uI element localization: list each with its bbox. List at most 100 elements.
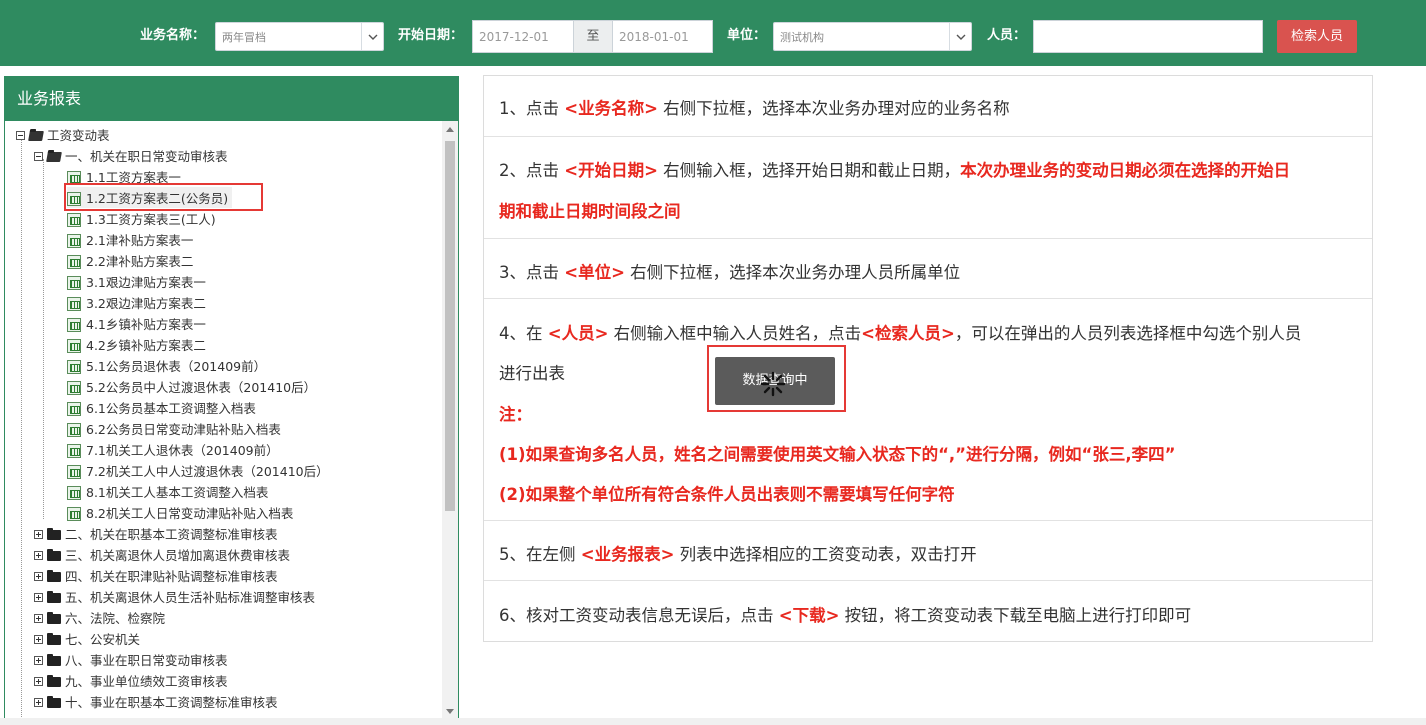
expand-icon[interactable] (34, 635, 43, 644)
instruction-step-1: 1、点击 <业务名称> 右侧下拉框，选择本次业务办理对应的业务名称 (484, 76, 1372, 137)
collapse-icon[interactable] (34, 152, 43, 161)
business-name-label: 业务名称： (140, 28, 206, 43)
folder-icon (47, 590, 61, 603)
step-text: 4、在 (499, 324, 548, 343)
expand-icon[interactable] (34, 698, 43, 707)
tree-scrollbar[interactable] (442, 121, 458, 720)
folder-open-icon (46, 151, 62, 162)
tree-group-node[interactable]: 九、事业单位绩效工资审核表 (34, 670, 228, 691)
expand-icon[interactable] (34, 551, 43, 560)
expand-icon[interactable] (34, 572, 43, 581)
tree-group-node[interactable]: 八、事业在职日常变动审核表 (34, 649, 228, 670)
tree-group-node[interactable]: 六、法院、检察院 (34, 607, 165, 628)
unit-select[interactable]: 测试机构 (773, 22, 972, 51)
tree-leaf-node[interactable]: 2.2津补贴方案表二 (67, 250, 193, 271)
tree-node-label: 7.1机关工人退休表（201409前） (86, 443, 279, 458)
tree-node-label: 7.2机关工人中人过渡退休表（201410后） (86, 464, 329, 479)
tree-leaf-node[interactable]: 2.1津补贴方案表一 (67, 229, 193, 250)
chevron-down-icon (949, 23, 971, 50)
tree-group-node[interactable]: 四、机关在职津贴补贴调整标准审核表 (34, 565, 278, 586)
instruction-step-6: 6、核对工资变动表信息无误后，点击 <下载> 按钮，将工资变动表下载至电脑上进行… (484, 581, 1372, 641)
expand-icon[interactable] (34, 656, 43, 665)
step-keyword: <检索人员> (861, 324, 955, 343)
folder-icon (47, 548, 61, 561)
excel-file-icon (67, 464, 81, 479)
expand-icon[interactable] (34, 677, 43, 686)
instruction-list: 1、点击 <业务名称> 右侧下拉框，选择本次业务办理对应的业务名称 2、点击 <… (483, 75, 1373, 642)
excel-file-icon (67, 422, 81, 437)
tree-root-node[interactable]: 工资变动表 (16, 124, 110, 145)
tree-leaf-node[interactable]: 7.1机关工人退休表（201409前） (67, 439, 279, 460)
tree-leaf-node[interactable]: 1.3工资方案表三(工人) (67, 208, 216, 229)
scroll-up-icon[interactable] (446, 127, 454, 132)
tree-node-label: 一、机关在职日常变动审核表 (65, 149, 228, 164)
tree-node-label: 8.1机关工人基本工资调整入档表 (86, 485, 269, 500)
tree-group-node[interactable]: 五、机关离退休人员生活补贴标准调整审核表 (34, 586, 315, 607)
tree-leaf-node[interactable]: 6.1公务员基本工资调整入档表 (67, 397, 256, 418)
start-date-value: 2017-12-01 (479, 30, 549, 44)
tree-leaf-node[interactable]: 8.2机关工人日常变动津贴补贴入档表 (67, 502, 293, 523)
tree-leaf-node[interactable]: 3.2艰边津贴方案表二 (67, 292, 206, 313)
step-text: 右侧输入框，选择开始日期和截止日期， (657, 161, 961, 180)
step-text: 1、点击 (499, 99, 565, 118)
step-text: 右侧下拉框，选择本次业务办理人员所属单位 (624, 263, 961, 282)
spinner-icon (760, 371, 786, 397)
excel-file-icon (67, 275, 81, 290)
folder-icon (47, 611, 61, 624)
step-text: ，可以在弹出的人员列表选择框中勾选个别人员 (954, 324, 1302, 343)
person-input[interactable] (1033, 20, 1263, 53)
panel-title: 业务报表 (5, 77, 458, 121)
step-keyword: <开始日期> (564, 161, 658, 180)
excel-file-icon (67, 401, 81, 416)
start-date-input[interactable]: 2017-12-01 (472, 20, 574, 53)
tree-node-label: 8.2机关工人日常变动津贴补贴入档表 (86, 506, 294, 521)
business-name-select[interactable]: 两年冒档 (215, 22, 384, 51)
step-keyword: <业务名称> (564, 99, 658, 118)
tree-leaf-node[interactable]: 4.2乡镇补贴方案表二 (67, 334, 206, 355)
tree-node-label: 六、法院、检察院 (65, 611, 166, 626)
tree-leaf-node[interactable]: 8.1机关工人基本工资调整入档表 (67, 481, 268, 502)
expand-icon[interactable] (34, 530, 43, 539)
tree-node-label: 1.3工资方案表三(工人) (86, 212, 216, 227)
tree-leaf-node[interactable]: 5.1公务员退休表（201409前） (67, 355, 266, 376)
tree-guide (43, 159, 44, 519)
bottom-strip (0, 718, 1426, 725)
tree-leaf-node[interactable]: 6.2公务员日常变动津贴补贴入档表 (67, 418, 281, 439)
folder-icon (47, 653, 61, 666)
search-person-button[interactable]: 检索人员 (1277, 20, 1357, 53)
tree-node-label: 6.1公务员基本工资调整入档表 (86, 401, 256, 416)
tree-leaf-node[interactable]: 3.1艰边津贴方案表一 (67, 271, 206, 292)
tree-node-label: 九、事业单位绩效工资审核表 (65, 674, 228, 689)
tree-node-label: 八、事业在职日常变动审核表 (65, 653, 228, 668)
excel-file-icon (67, 317, 81, 332)
end-date-value: 2018-01-01 (619, 30, 689, 44)
collapse-icon[interactable] (16, 131, 25, 140)
tree-leaf-node[interactable]: 5.2公务员中人过渡退休表（201410后） (67, 376, 316, 397)
scrollbar-thumb[interactable] (445, 141, 455, 511)
tree-leaf-node[interactable]: 7.2机关工人中人过渡退休表（201410后） (67, 460, 329, 481)
end-date-input[interactable]: 2018-01-01 (612, 20, 713, 53)
step-note: (1)如果查询多名人员，姓名之间需要使用英文输入状态下的“,”进行分隔，例如“张… (499, 445, 1176, 464)
tree-group-node[interactable]: 十、事业在职基本工资调整标准审核表 (34, 691, 278, 712)
step-keyword: <下载> (778, 606, 840, 625)
step-keyword: <单位> (564, 263, 625, 282)
excel-file-icon (67, 506, 81, 521)
start-date-label: 开始日期： (398, 28, 464, 43)
folder-open-icon (28, 130, 44, 141)
person-label: 人员： (987, 28, 1027, 43)
tree-group-node[interactable]: 二、机关在职基本工资调整标准审核表 (34, 523, 278, 544)
tree-node-label: 5.2公务员中人过渡退休表（201410后） (86, 380, 317, 395)
expand-icon[interactable] (34, 593, 43, 602)
tree-leaf-node[interactable]: 4.1乡镇补贴方案表一 (67, 313, 206, 334)
scroll-down-icon[interactable] (446, 709, 454, 714)
tree-group-node[interactable]: 一、机关在职日常变动审核表 (34, 145, 228, 166)
tree-group-node[interactable]: 七、公安机关 (34, 628, 140, 649)
step-note-label: 注： (499, 405, 532, 424)
tree-node-label: 五、机关离退休人员生活补贴标准调整审核表 (65, 590, 316, 605)
instruction-step-3: 3、点击 <单位> 右侧下拉框，选择本次业务办理人员所属单位 (484, 239, 1372, 299)
business-report-panel: 业务报表 工资变动表 一、机关在职日常变动审核表 1.1工资方案表一 1.2工资… (4, 76, 459, 721)
tree-group-node[interactable]: 三、机关离退休人员增加离退休费审核表 (34, 544, 290, 565)
step-text: 5、在左侧 (499, 545, 581, 564)
step-keyword: <人员> (547, 324, 609, 343)
expand-icon[interactable] (34, 614, 43, 623)
